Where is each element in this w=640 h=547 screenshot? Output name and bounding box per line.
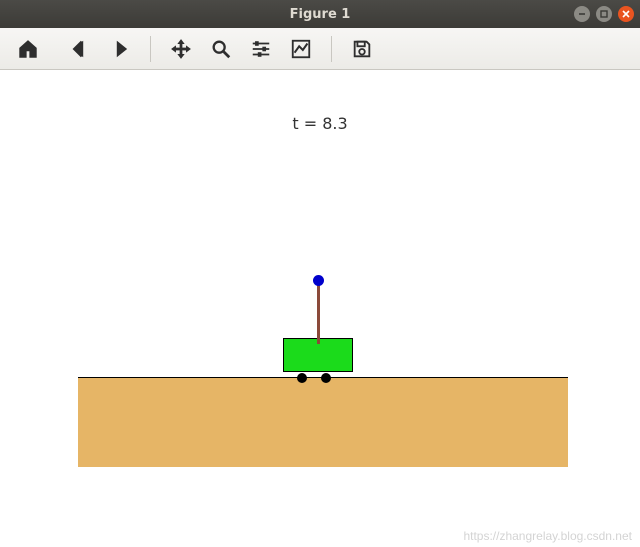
close-button[interactable]: [618, 6, 634, 22]
pole: [317, 280, 320, 344]
close-icon: [621, 9, 631, 19]
sliders-icon: [250, 38, 272, 60]
figure-canvas[interactable]: t = 8.3 https://zhangrelay.blog.csdn.net: [0, 70, 640, 547]
home-button[interactable]: [10, 31, 46, 67]
window-title: Figure 1: [0, 7, 640, 22]
configure-subplots-button[interactable]: [243, 31, 279, 67]
time-label: t = 8.3: [0, 114, 640, 133]
move-icon: [170, 38, 192, 60]
home-icon: [17, 38, 39, 60]
time-prefix: t =: [292, 114, 322, 133]
chart-line-icon: [290, 38, 312, 60]
arrow-left-icon: [69, 38, 91, 60]
ground-slab: [78, 377, 568, 467]
watermark: https://zhangrelay.blog.csdn.net: [463, 529, 632, 543]
window-titlebar: Figure 1: [0, 0, 640, 28]
toolbar-separator: [331, 36, 332, 62]
edit-axis-button[interactable]: [283, 31, 319, 67]
minimize-button[interactable]: [574, 6, 590, 22]
maximize-button[interactable]: [596, 6, 612, 22]
pole-mass: [313, 275, 324, 286]
cart-wheel-right: [321, 373, 331, 383]
maximize-icon: [599, 9, 609, 19]
pan-button[interactable]: [163, 31, 199, 67]
zoom-button[interactable]: [203, 31, 239, 67]
time-value: 8.3: [322, 114, 347, 133]
forward-button[interactable]: [102, 31, 138, 67]
cart: [283, 338, 353, 378]
arrow-right-icon: [109, 38, 131, 60]
cart-wheel-left: [297, 373, 307, 383]
window-buttons: [574, 6, 634, 22]
save-button[interactable]: [344, 31, 380, 67]
back-button[interactable]: [62, 31, 98, 67]
save-icon: [351, 38, 373, 60]
minimize-icon: [577, 9, 587, 19]
magnify-icon: [210, 38, 232, 60]
figure-toolbar: [0, 28, 640, 70]
toolbar-separator: [150, 36, 151, 62]
